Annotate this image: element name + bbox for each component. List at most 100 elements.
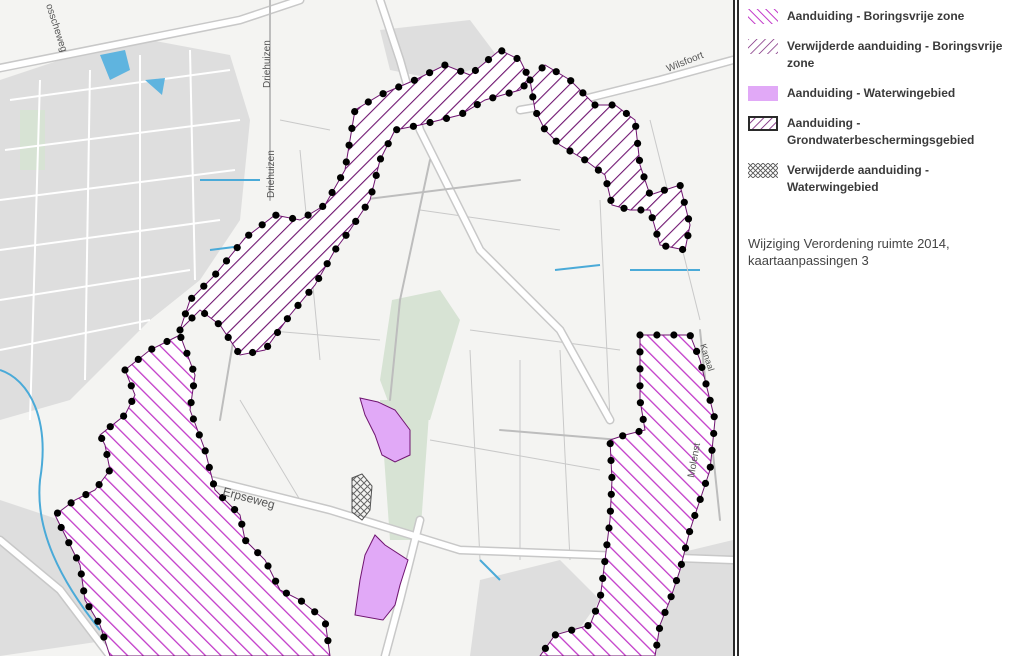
boundary-marker <box>693 347 701 355</box>
boundary-marker <box>672 577 681 585</box>
boundary-marker <box>214 320 222 328</box>
solid-lilac-icon <box>748 86 778 101</box>
boundary-marker <box>522 68 530 76</box>
boundary-marker <box>134 355 142 363</box>
boundary-marker <box>426 69 434 77</box>
boundary-marker <box>533 109 541 118</box>
hatch-dark-thin-icon <box>748 39 778 54</box>
boundary-marker <box>632 122 640 130</box>
boundary-marker <box>603 180 611 188</box>
boundary-marker <box>581 156 589 164</box>
boundary-marker <box>328 188 336 197</box>
verwijderde-waterwingebied-area[interactable] <box>351 473 373 521</box>
legend-item-verwijderde-boringsvrije-zone[interactable]: Verwijderde aanduiding - Boringsvrije zo… <box>748 38 1017 72</box>
boundary-marker <box>238 520 246 528</box>
boundary-marker <box>622 109 631 118</box>
panel-divider-right <box>737 0 739 656</box>
boundary-marker <box>606 507 615 515</box>
legend-item-verwijderde-waterwingebied[interactable]: Verwijderde aanduiding - Waterwingebied <box>748 162 1017 196</box>
boundary-marker <box>231 506 239 514</box>
legend-label: Verwijderde aanduiding - Boringsvrije zo… <box>787 39 1003 70</box>
boundary-marker <box>608 101 616 109</box>
boundary-marker <box>635 427 643 436</box>
legend-item-waterwingebied[interactable]: Aanduiding - Waterwingebied <box>748 85 1017 102</box>
boundary-marker <box>361 203 369 211</box>
boundary-marker <box>127 382 135 390</box>
boundary-marker <box>319 202 327 210</box>
boundary-marker <box>442 114 451 122</box>
boundary-marker <box>368 188 376 196</box>
boundary-marker <box>94 617 102 625</box>
boundary-marker <box>636 348 644 356</box>
boundary-marker <box>601 558 609 566</box>
boundary-marker <box>348 124 356 132</box>
boundary-marker <box>653 331 661 339</box>
boundary-marker <box>471 66 479 75</box>
boundary-marker <box>684 232 692 240</box>
boundary-marker <box>393 126 401 134</box>
boundary-marker <box>426 118 434 127</box>
boundary-marker <box>680 198 688 206</box>
boundary-marker <box>681 544 690 552</box>
boundary-marker <box>566 147 574 155</box>
boundary-marker <box>85 603 93 611</box>
boundary-marker <box>98 434 106 442</box>
legend-label: Aanduiding - Grondwaterbeschermingsgebie… <box>787 116 975 147</box>
hatch-dark-border-icon <box>748 116 778 131</box>
map-canvas[interactable]: Erpseweg Driehuizen Driehuizen Wilsfoort… <box>0 0 733 656</box>
boundary-marker <box>209 480 218 488</box>
boundary-marker <box>606 440 614 448</box>
boundary-marker <box>706 396 714 404</box>
boundary-marker <box>634 139 642 147</box>
boundary-marker <box>684 215 693 223</box>
boundary-marker <box>441 61 449 69</box>
boundary-marker <box>342 158 350 166</box>
boundary-marker <box>315 274 323 283</box>
boundary-marker <box>65 539 73 547</box>
boundary-marker <box>289 214 297 223</box>
boundary-marker <box>584 622 592 630</box>
boundary-marker <box>80 587 88 595</box>
boundary-marker <box>637 206 645 214</box>
boundary-marker <box>639 415 647 423</box>
legend-label: Verwijderde aanduiding - Waterwingebied <box>787 163 930 194</box>
boundary-marker <box>636 382 644 390</box>
legend-label: Aanduiding - Boringsvrije zone <box>787 9 965 23</box>
boundary-marker <box>77 570 85 578</box>
boundary-marker <box>234 347 242 356</box>
boundary-marker <box>82 491 90 499</box>
street-label-driehuizen-1: Driehuizen <box>262 40 273 88</box>
boundary-marker <box>648 214 656 222</box>
boundary-marker <box>661 608 669 617</box>
boundary-marker <box>121 366 129 374</box>
boundary-marker <box>591 607 600 615</box>
boundary-marker <box>513 54 521 63</box>
boundary-marker <box>264 562 272 570</box>
boundary-marker <box>640 173 648 181</box>
boundary-marker <box>484 56 493 64</box>
boundary-marker <box>552 137 560 145</box>
boundary-marker <box>273 328 282 337</box>
legend-panel: Aanduiding - Boringsvrije zone Verwijder… <box>740 0 1035 656</box>
boundary-marker <box>409 122 417 130</box>
boundary-marker <box>311 608 319 616</box>
legend-item-grondwaterbeschermingsgebied[interactable]: Aanduiding - Grondwaterbeschermingsgebie… <box>748 115 1017 149</box>
boundary-marker <box>552 68 560 76</box>
boundary-marker <box>636 399 645 407</box>
boundary-marker <box>653 230 661 238</box>
map-viewport[interactable]: Erpseweg Driehuizen Driehuizen Wilsfoort… <box>0 0 733 656</box>
boundary-marker <box>579 89 587 97</box>
boundary-marker <box>636 365 644 373</box>
boundary-marker <box>100 633 108 641</box>
boundary-marker <box>189 415 197 423</box>
boundary-marker <box>489 94 497 102</box>
boundary-marker <box>379 90 387 98</box>
boundary-marker <box>706 463 714 471</box>
boundary-marker <box>667 593 675 601</box>
legend-item-boringsvrije-zone[interactable]: Aanduiding - Boringsvrije zone <box>748 8 1017 25</box>
boundary-marker <box>272 577 280 585</box>
boundary-marker <box>258 221 266 229</box>
boundary-marker <box>636 331 644 339</box>
boundary-marker <box>224 333 232 341</box>
boundary-marker <box>591 101 599 109</box>
